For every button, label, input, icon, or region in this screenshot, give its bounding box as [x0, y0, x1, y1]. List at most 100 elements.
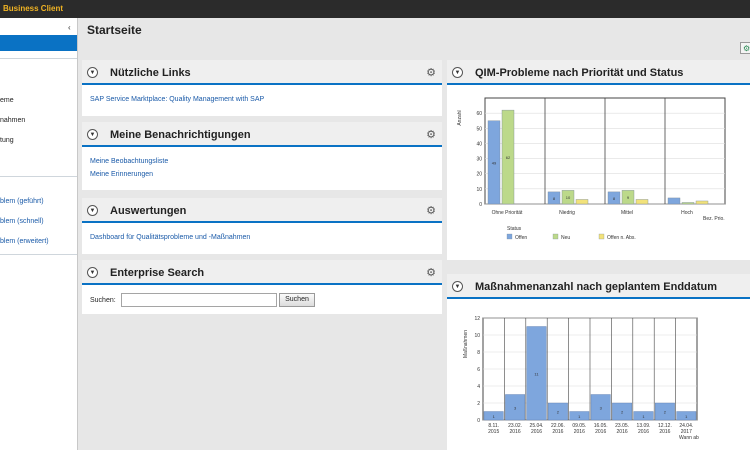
search-input[interactable] [121, 293, 277, 307]
x-tick-label: Hoch [681, 210, 693, 216]
measures-chart: 024681012Maßnahmen18.11. 2015323.02. 20161… [463, 316, 699, 441]
x-tick-label: 13.09. 2016 [637, 423, 651, 435]
x-axis-label: Bez. Prio. [703, 216, 725, 222]
y-tick-label: 2 [477, 401, 480, 407]
bar-value-label: 49 [492, 160, 497, 165]
link-reminders[interactable]: Meine Erinnerungen [90, 171, 153, 178]
y-axis-label: Anzahl [457, 110, 463, 125]
panel-header: ▼ Auswertungen ⚙ [82, 198, 442, 223]
y-axis-label: Maßnahmen [463, 330, 469, 358]
x-tick-label: 09.05. 2016 [572, 423, 586, 435]
reports-panel: ▼ Auswertungen ⚙ Dashboard für Qualitäts… [82, 198, 442, 254]
panel-title: Meine Benachrichtigungen [110, 129, 251, 141]
sidebar: ‹ eme nahmen tung blem (geführt) blem (s… [0, 18, 78, 450]
chevron-down-icon[interactable]: ▼ [87, 67, 98, 78]
bar [695, 200, 709, 205]
y-tick-label: 6 [477, 367, 480, 373]
x-tick-label-line: 2016 [531, 429, 542, 435]
app-title: Business Client [3, 4, 64, 13]
app-title-bar: Business Client [0, 0, 750, 18]
y-tick-label: 40 [476, 141, 482, 147]
panel-header: ▼ Maßnahmenanzahl nach geplantem Enddatu… [447, 274, 750, 299]
useful-links-panel: ▼ Nützliche Links ⚙ SAP Service Marktpla… [82, 60, 442, 116]
legend-swatch [598, 233, 605, 240]
chevron-down-icon[interactable]: ▼ [452, 281, 463, 292]
panel-title: QIM-Probleme nach Priorität und Status [475, 67, 684, 79]
gear-icon[interactable]: ⚙ [426, 266, 436, 279]
panel-title: Nützliche Links [110, 67, 191, 79]
chevron-down-icon[interactable]: ▼ [87, 129, 98, 140]
sidebar-divider [0, 58, 77, 59]
sidebar-item-problems[interactable]: eme [0, 97, 14, 104]
x-tick-label-line: 2016 [617, 429, 628, 435]
legend-swatch [506, 233, 513, 240]
legend-title: Status [507, 226, 522, 232]
x-axis-label: Wann ab [679, 435, 699, 441]
sidebar-divider [0, 176, 77, 177]
chevron-down-icon[interactable]: ▼ [87, 267, 98, 278]
y-tick-label: 4 [477, 384, 480, 390]
gear-icon[interactable]: ⚙ [426, 66, 436, 79]
panel-title: Maßnahmenanzahl nach geplantem Enddatum [475, 281, 718, 293]
x-tick-label: 12.12. 2016 [658, 423, 672, 435]
personalize-button[interactable]: ⚙ [740, 42, 750, 54]
x-tick-label: 8.11. 2015 [488, 423, 499, 435]
y-tick-label: 0 [477, 418, 480, 424]
enterprise-search-panel: ▼ Enterprise Search ⚙ Suchen: Suchen [82, 260, 442, 314]
legend-label: Neu [561, 235, 570, 241]
collapse-sidebar-icon[interactable]: ‹ [68, 23, 71, 32]
legend-label: Offen [515, 235, 527, 241]
x-tick-label: 23.05. 2016 [615, 423, 629, 435]
panel-header: ▼ Nützliche Links ⚙ [82, 60, 442, 85]
measures-chart-panel: ▼ Maßnahmenanzahl nach geplantem Enddatu… [447, 274, 750, 450]
sidebar-link-problem-guided[interactable]: blem (geführt) [0, 198, 44, 205]
chevron-down-icon[interactable]: ▼ [452, 67, 463, 78]
x-tick-label: 16.05. 2016 [594, 423, 608, 435]
x-tick-label: Ohne Priorität [492, 210, 523, 216]
bar-value-label: 62 [506, 155, 511, 160]
sidebar-link-problem-quick[interactable]: blem (schnell) [0, 218, 44, 225]
sidebar-item-measures[interactable]: nahmen [0, 117, 25, 124]
search-label: Suchen: [90, 297, 116, 304]
bar [575, 199, 589, 205]
sidebar-item-evaluation[interactable]: tung [0, 137, 14, 144]
y-tick-label: 0 [479, 202, 482, 208]
y-tick-label: 50 [476, 126, 482, 132]
bar [681, 202, 695, 205]
legend-swatch [552, 233, 559, 240]
bar-value-label: 10 [566, 195, 571, 200]
link-sap-service-marketplace[interactable]: SAP Service Marktplace: Quality Manageme… [90, 96, 264, 103]
bar [667, 197, 681, 205]
x-tick-label-line: 2015 [488, 429, 499, 435]
sidebar-divider [0, 254, 77, 255]
gear-icon[interactable]: ⚙ [426, 128, 436, 141]
link-watchlist[interactable]: Meine Beobachtungsliste [90, 158, 168, 165]
x-tick-label-line: 2016 [510, 429, 521, 435]
x-tick-label-line: 2016 [595, 429, 606, 435]
x-tick-label: 23.02. 2016 [508, 423, 522, 435]
x-tick-label-line: 2016 [659, 429, 670, 435]
sidebar-item-selected[interactable] [0, 35, 77, 51]
y-tick-label: 10 [474, 333, 480, 339]
x-tick-label: Niedrig [559, 210, 575, 216]
y-tick-label: 10 [476, 187, 482, 193]
link-quality-dashboard[interactable]: Dashboard für Qualitätsprobleme und -Maß… [90, 234, 250, 241]
qim-problems-chart-panel: ▼ QIM-Probleme nach Priorität und Status… [447, 60, 750, 260]
panel-header: ▼ Meine Benachrichtigungen ⚙ [82, 122, 442, 147]
gear-icon[interactable]: ⚙ [426, 204, 436, 217]
y-tick-label: 60 [476, 111, 482, 117]
personalize-icon: ⚙ [743, 44, 750, 53]
x-tick-label: 22.06. 2016 [551, 423, 565, 435]
panel-title: Auswertungen [110, 205, 187, 217]
panel-header: ▼ Enterprise Search ⚙ [82, 260, 442, 285]
x-tick-label: Mittel [621, 210, 633, 216]
bar [635, 199, 649, 205]
panel-title: Enterprise Search [110, 267, 205, 279]
y-tick-label: 20 [476, 172, 482, 178]
search-button[interactable]: Suchen [279, 293, 315, 307]
chevron-down-icon[interactable]: ▼ [87, 205, 98, 216]
y-tick-label: 12 [474, 316, 480, 322]
sidebar-link-problem-extended[interactable]: blem (erweitert) [0, 238, 49, 245]
notifications-panel: ▼ Meine Benachrichtigungen ⚙ Meine Beoba… [82, 122, 442, 190]
page-title: Startseite [87, 23, 142, 37]
